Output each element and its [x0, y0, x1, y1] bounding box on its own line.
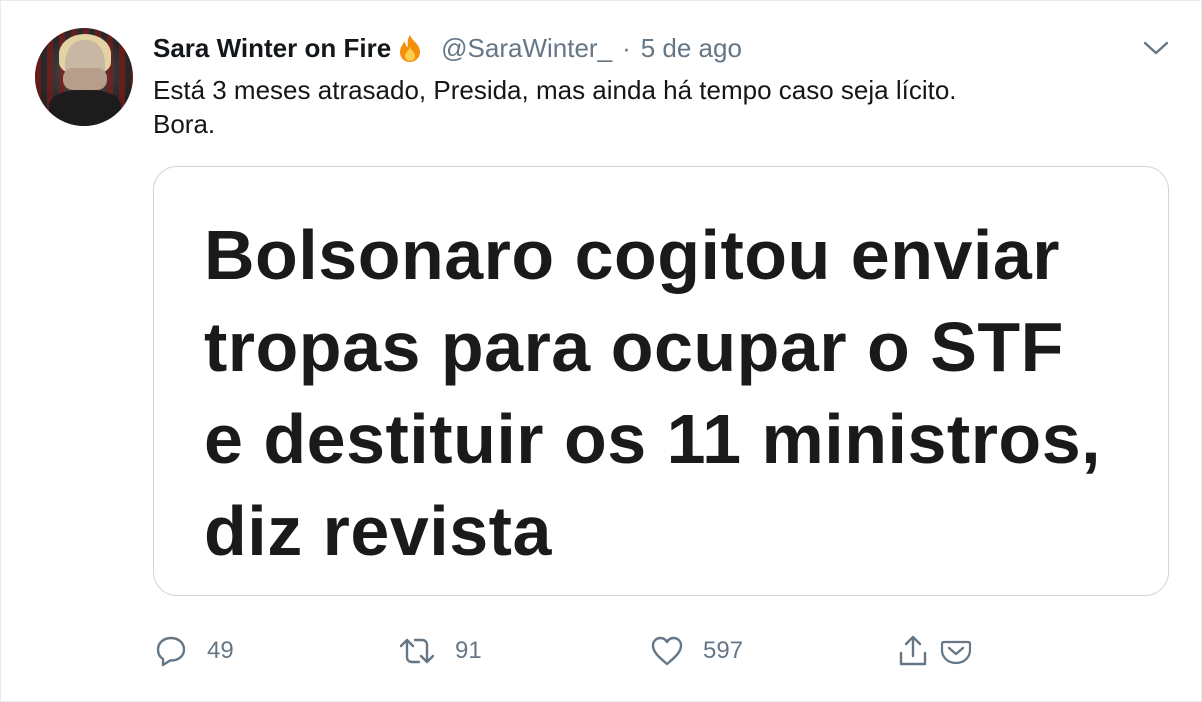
chevron-down-icon[interactable] — [1141, 35, 1171, 61]
retweet-count: 91 — [455, 637, 482, 664]
headline-line: tropas para ocupar o STF — [204, 308, 1064, 386]
avatar-hand — [63, 68, 107, 90]
separator-dot: · — [622, 32, 631, 63]
author-name[interactable]: Sara Winter on Fire — [153, 33, 391, 64]
headline-line: e destituir os 11 ministros, — [204, 400, 1102, 478]
avatar-body — [49, 90, 121, 126]
reply-count: 49 — [207, 637, 234, 664]
headline-line: diz revista — [204, 492, 552, 570]
like-button[interactable]: 597 — [649, 629, 743, 673]
tweet-header: Sara Winter on Fire @SaraWinter_ · 5 de … — [153, 31, 742, 65]
tweet-timestamp[interactable]: 5 de ago — [641, 33, 742, 64]
pocket-icon — [940, 640, 972, 665]
pocket-button[interactable] — [939, 629, 973, 673]
retweet-icon — [399, 638, 435, 664]
reply-button[interactable]: 49 — [153, 629, 234, 673]
tweet-text-line: Bora. — [153, 109, 216, 139]
heart-icon — [651, 636, 683, 666]
avatar[interactable] — [35, 28, 133, 126]
tweet-text: Está 3 meses atrasado, Presida, mas aind… — [153, 73, 1163, 141]
tweet-actions: 49 91 597 — [153, 629, 1053, 673]
headline-line: Bolsonaro cogitou enviar — [204, 216, 1060, 294]
share-icon — [899, 635, 927, 666]
retweet-button[interactable]: 91 — [397, 629, 482, 673]
like-count: 597 — [703, 637, 744, 664]
tweet-media-image[interactable]: Bolsonaro cogitou enviar tropas para ocu… — [153, 166, 1169, 596]
media-headline: Bolsonaro cogitou enviar tropas para ocu… — [204, 209, 1164, 577]
tweet-card[interactable]: Sara Winter on Fire @SaraWinter_ · 5 de … — [0, 0, 1202, 702]
share-button[interactable] — [895, 629, 931, 673]
author-handle[interactable]: @SaraWinter_ — [441, 33, 612, 64]
reply-icon — [156, 636, 186, 667]
fire-icon — [393, 33, 427, 63]
tweet-text-line: Está 3 meses atrasado, Presida, mas aind… — [153, 75, 957, 105]
